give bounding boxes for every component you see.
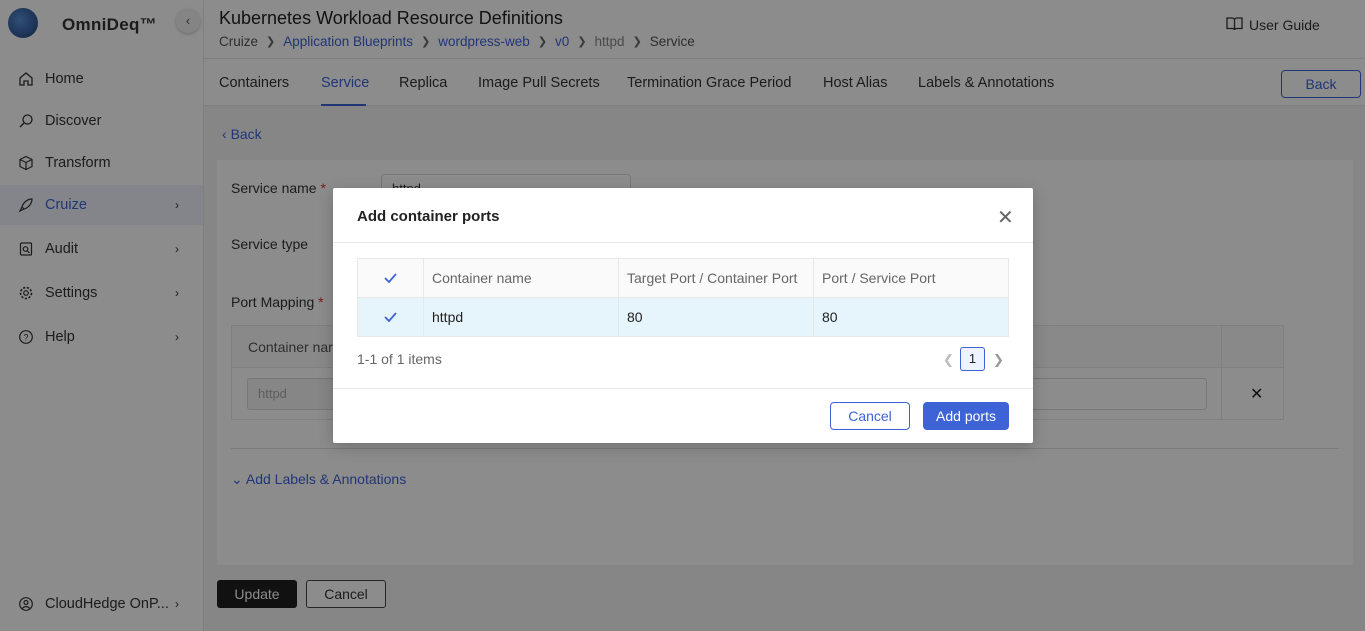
- divider: [333, 388, 1033, 389]
- cell-service-port: 80: [813, 298, 1008, 336]
- check-icon: [384, 312, 397, 322]
- close-icon[interactable]: ✕: [997, 208, 1014, 228]
- page-number-button[interactable]: 1: [960, 347, 985, 371]
- column-header-container-name: Container name: [423, 259, 618, 297]
- dialog-cancel-button[interactable]: Cancel: [830, 402, 910, 430]
- next-page-icon[interactable]: ❯: [993, 352, 1004, 368]
- dialog-title: Add container ports: [357, 208, 500, 225]
- ports-table: Container name Target Port / Container P…: [357, 258, 1009, 337]
- table-row[interactable]: httpd 80 80: [358, 298, 1008, 336]
- previous-page-icon[interactable]: ❮: [943, 352, 954, 368]
- row-checkbox[interactable]: [358, 298, 423, 336]
- cell-target-port: 80: [618, 298, 813, 336]
- add-container-ports-dialog: Add container ports ✕ Container name Tar…: [333, 188, 1033, 443]
- divider: [333, 242, 1033, 243]
- check-icon: [384, 273, 397, 283]
- table-header: Container name Target Port / Container P…: [358, 259, 1008, 298]
- cell-container-name: httpd: [423, 298, 618, 336]
- add-ports-button[interactable]: Add ports: [923, 402, 1009, 430]
- column-header-service-port: Port / Service Port: [813, 259, 1008, 297]
- column-header-target-port: Target Port / Container Port: [618, 259, 813, 297]
- pagination-summary: 1-1 of 1 items: [357, 351, 442, 367]
- select-all-checkbox[interactable]: [358, 259, 423, 297]
